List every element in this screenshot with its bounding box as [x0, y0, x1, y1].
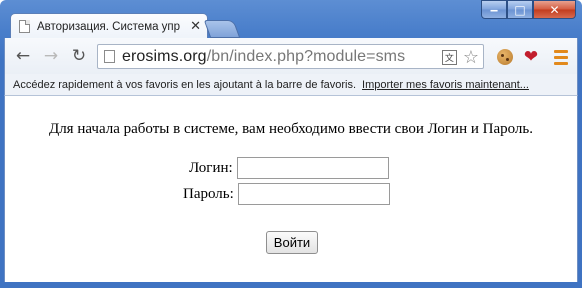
bookmarks-bar: Accédez rapidement à vos favoris en les … [4, 74, 578, 96]
import-bookmarks-link[interactable]: Importer mes favoris maintenant... [362, 79, 529, 91]
omnibox-actions: 文 ☆ [441, 47, 479, 68]
intro-text: Для начала работы в системе, вам необход… [48, 121, 534, 137]
maximize-button[interactable]: □ [507, 0, 533, 19]
page-icon [19, 20, 30, 33]
minimize-button[interactable]: ‒ [481, 0, 507, 19]
page-content: Для начала работы в системе, вам необход… [4, 96, 578, 282]
url-text: erosims.org/bn/index.php?module=sms [122, 48, 405, 66]
menu-icon[interactable] [551, 47, 571, 67]
tab-active[interactable]: Авторизация. Система упр ✕ [10, 13, 208, 39]
address-bar[interactable]: erosims.org/bn/index.php?module=sms 文 ☆ [97, 44, 484, 69]
password-label: Пароль: [183, 185, 234, 202]
forward-icon[interactable]: → [41, 46, 61, 66]
cookie-icon [497, 49, 513, 65]
close-tab-icon[interactable]: ✕ [190, 19, 201, 34]
back-icon[interactable]: ← [13, 46, 33, 66]
window-bottom-border [0, 282, 582, 288]
translate-icon[interactable]: 文 [441, 50, 457, 65]
url-path: /bn/index.php?module=sms [206, 47, 406, 65]
password-input[interactable] [237, 183, 390, 205]
bookmark-star-icon[interactable]: ☆ [463, 47, 479, 68]
heart-extension-icon[interactable]: ❤ [521, 47, 541, 67]
close-window-button[interactable]: ✕ [533, 0, 576, 19]
login-label: Логин: [189, 159, 233, 176]
toolbar: ← → ↻ erosims.org/bn/index.php?module=sm… [4, 38, 578, 74]
reload-icon[interactable]: ↻ [69, 46, 89, 66]
hamburger-icon [554, 49, 568, 65]
cookie-extension-icon[interactable] [495, 47, 515, 67]
password-row: Пароль: [183, 183, 390, 205]
bookmarks-message: Accédez rapidement à vos favoris en les … [13, 78, 357, 91]
tab-title: Авторизация. Система упр [37, 20, 181, 33]
login-row: Логин: [189, 157, 389, 179]
login-button[interactable]: Войти [266, 231, 318, 254]
window-controls: ‒ □ ✕ [481, 0, 576, 19]
page-icon [104, 50, 115, 63]
login-input[interactable] [236, 157, 389, 179]
url-host: erosims.org [122, 47, 207, 65]
